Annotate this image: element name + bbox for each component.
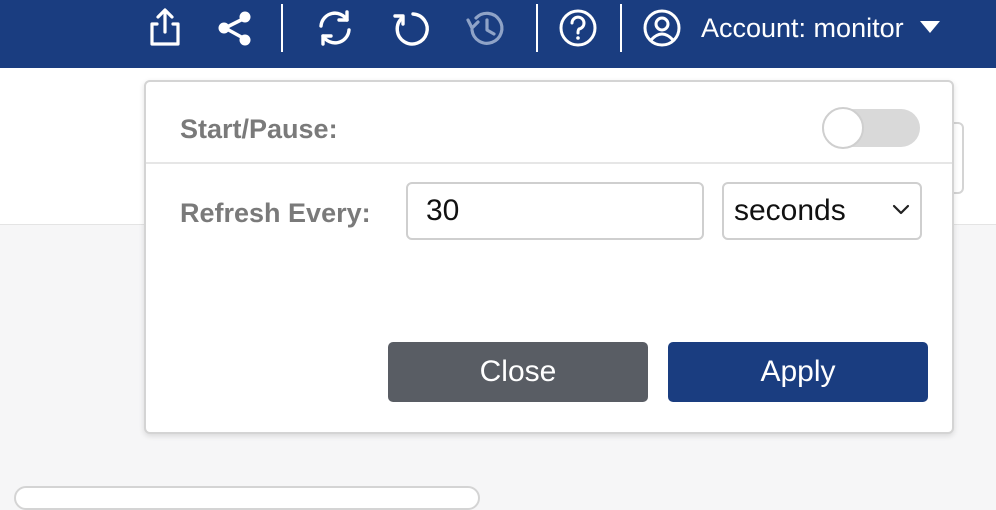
history-icon — [463, 6, 507, 50]
chevron-down-icon — [892, 204, 910, 215]
share-icon[interactable] — [213, 6, 257, 50]
auto-refresh-popover: Start/Pause: Refresh Every: 30 seconds C… — [144, 80, 954, 434]
toolbar-divider — [281, 4, 283, 52]
reload-icon[interactable] — [389, 6, 433, 50]
refresh-every-label: Refresh Every: — [180, 198, 371, 228]
help-icon[interactable] — [556, 6, 600, 50]
toggle-knob — [822, 107, 864, 149]
account-label: Account: monitor — [701, 12, 904, 43]
user-circle-icon — [643, 9, 681, 47]
refresh-interval-input[interactable]: 30 — [406, 182, 704, 240]
close-button[interactable]: Close — [388, 342, 648, 402]
account-menu[interactable]: Account: monitor — [642, 6, 940, 50]
toolbar-divider — [620, 4, 622, 52]
background-card — [14, 486, 480, 510]
top-toolbar: Account: monitor — [0, 0, 996, 68]
refresh-unit-select[interactable]: seconds — [722, 182, 922, 240]
refresh-unit-value: seconds — [734, 194, 846, 227]
chevron-down-icon — [919, 21, 940, 33]
start-pause-label: Start/Pause: — [180, 114, 338, 144]
start-pause-row: Start/Pause: — [146, 82, 952, 164]
start-pause-toggle[interactable] — [822, 107, 920, 149]
apply-button[interactable]: Apply — [668, 342, 928, 402]
share-export-icon[interactable] — [143, 6, 187, 50]
toolbar-divider — [536, 4, 538, 52]
refresh-icon[interactable] — [313, 6, 357, 50]
